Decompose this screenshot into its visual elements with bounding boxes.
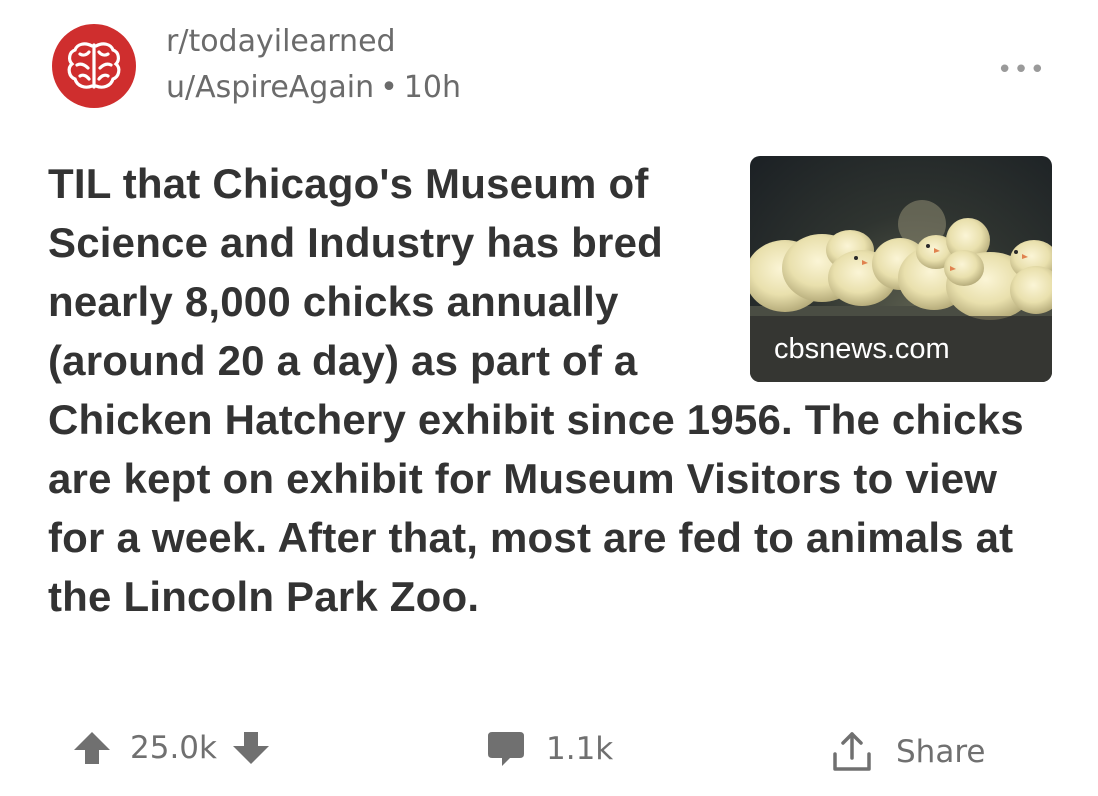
post-header: r/todayilearned u/AspireAgain • 10h ••• <box>52 24 1052 114</box>
subreddit-avatar[interactable] <box>52 24 136 108</box>
byline: u/AspireAgain • 10h <box>166 68 461 108</box>
separator-dot: • <box>380 70 398 105</box>
score-count: 25.0k <box>130 730 217 766</box>
downvote-icon[interactable] <box>231 730 271 766</box>
link-thumbnail[interactable]: cbsnews.com <box>750 156 1052 382</box>
comment-icon <box>488 732 524 766</box>
post-age: 10h <box>403 70 461 105</box>
post-content: cbsnews.com TIL that Chicago's Museum of… <box>48 154 1058 626</box>
share-icon <box>833 732 871 771</box>
author-name[interactable]: u/AspireAgain <box>166 70 374 105</box>
link-domain: cbsnews.com <box>750 316 1052 382</box>
comment-count: 1.1k <box>546 731 614 767</box>
post-meta: r/todayilearned u/AspireAgain • 10h <box>166 24 461 108</box>
upvote-icon[interactable] <box>72 730 112 766</box>
more-icon[interactable]: ••• <box>997 57 1046 83</box>
share-button[interactable]: Share <box>830 730 985 774</box>
vote-controls: 25.0k <box>72 730 271 766</box>
action-bar: 25.0k 1.1k Share <box>0 722 1098 782</box>
comments-button[interactable]: 1.1k <box>486 730 613 768</box>
share-label: Share <box>896 734 986 770</box>
subreddit-name[interactable]: r/todayilearned <box>166 24 461 60</box>
brain-icon <box>67 42 121 89</box>
